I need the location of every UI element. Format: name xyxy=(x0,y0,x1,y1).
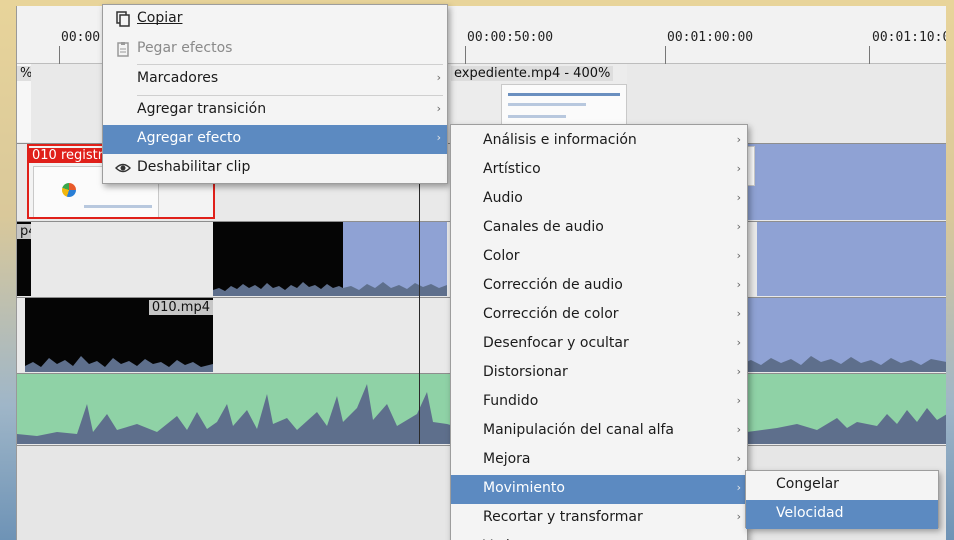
timeline-clip[interactable]: % xyxy=(17,64,31,142)
submenu-arrow-icon: › xyxy=(736,162,741,175)
timeline-clip[interactable] xyxy=(741,144,946,220)
menu-item-agregar-efecto[interactable]: Agregar efecto › xyxy=(103,125,447,154)
clip-label: expediente.mp4 - 400% xyxy=(451,66,614,81)
menu-item-label: Artístico xyxy=(483,161,541,177)
submenu-arrow-icon: › xyxy=(436,102,441,115)
menu-item-label: Congelar xyxy=(776,476,839,492)
copy-icon xyxy=(116,11,130,27)
ruler-tick xyxy=(665,46,666,64)
submenu-arrow-icon: › xyxy=(736,394,741,407)
menu-item-pegar-efectos[interactable]: Pegar efectos xyxy=(103,35,447,64)
submenu-arrow-icon: › xyxy=(736,220,741,233)
menu-item-label: Recortar y transformar xyxy=(483,509,643,525)
submenu-arrow-icon: › xyxy=(736,307,741,320)
menu-item-label: Análisis e información xyxy=(483,132,637,148)
menu-item-marcadores[interactable]: Marcadores › xyxy=(103,65,447,94)
menu-item-effect-category[interactable]: Corrección de audio › xyxy=(451,272,747,301)
ruler-time-2: 00:01:00:00 xyxy=(667,30,754,45)
audio-clip[interactable] xyxy=(343,222,447,296)
submenu-arrow-icon: › xyxy=(736,452,741,465)
menu-item-effect-category[interactable]: Audio › xyxy=(451,185,747,214)
menu-item-effect-category[interactable]: Corrección de color › xyxy=(451,301,747,330)
menu-item-label: Corrección de audio xyxy=(483,277,623,293)
menu-item-label: Marcadores xyxy=(137,70,219,86)
menu-item-congelar[interactable]: Congelar xyxy=(746,471,938,500)
effects-submenu: Análisis e información › Artístico › Audio › C… xyxy=(450,124,748,540)
ruler-time-3: 00:01:10:0 xyxy=(872,30,946,45)
audio-clip[interactable] xyxy=(741,298,946,372)
menu-item-label: Copiar xyxy=(137,10,183,26)
submenu-arrow-icon: › xyxy=(436,71,441,84)
menu-item-label: Deshabilitar clip xyxy=(137,159,251,175)
ruler-tick xyxy=(869,46,870,64)
ruler-time-1: 00:00:50:00 xyxy=(467,30,554,45)
timeline-clip[interactable]: p4 xyxy=(17,222,31,296)
menu-item-effect-category[interactable]: Análisis e información › xyxy=(451,127,747,156)
menu-item-label: Fundido xyxy=(483,393,539,409)
eye-icon xyxy=(115,163,131,173)
menu-item-label: Audio xyxy=(483,190,523,206)
waveform xyxy=(741,356,946,372)
paste-icon xyxy=(117,42,129,57)
clip-label: % xyxy=(17,66,31,81)
submenu-arrow-icon: › xyxy=(736,278,741,291)
waveform xyxy=(343,282,447,296)
menu-item-velocidad[interactable]: Velocidad xyxy=(746,500,938,529)
audio-clip[interactable]: 010.mp4 xyxy=(25,298,213,372)
menu-item-label: Desenfocar y ocultar xyxy=(483,335,629,351)
clip-context-menu: Copiar Pegar efectos Marcadores › Agrega… xyxy=(102,4,448,184)
submenu-arrow-icon: › xyxy=(736,336,741,349)
clip-label: 010 registr xyxy=(29,148,107,163)
ruler-tick xyxy=(465,46,466,64)
menu-item-effect-category[interactable]: Recortar y transformar › xyxy=(451,504,747,533)
menu-item-effect-category[interactable]: Mejora › xyxy=(451,446,747,475)
menu-item-label: Agregar efecto xyxy=(137,130,242,146)
menu-item-label: Movimiento xyxy=(483,480,565,496)
menu-item-effect-category[interactable]: Canales de audio › xyxy=(451,214,747,243)
submenu-arrow-icon: › xyxy=(736,365,741,378)
submenu-arrow-icon: › xyxy=(736,481,741,494)
ruler-tick xyxy=(59,46,60,64)
menu-item-label: Canales de audio xyxy=(483,219,604,235)
submenu-arrow-icon: › xyxy=(736,423,741,436)
menu-item-deshabilitar-clip[interactable]: Deshabilitar clip xyxy=(103,154,447,183)
menu-item-label: Corrección de color xyxy=(483,306,619,322)
menu-item-effect-category[interactable]: Movimiento › xyxy=(451,475,747,504)
audio-clip[interactable] xyxy=(757,222,946,296)
menu-item-label: Pegar efectos xyxy=(137,40,233,56)
waveform xyxy=(213,282,343,296)
menu-item-effect-category[interactable]: Artístico › xyxy=(451,156,747,185)
submenu-arrow-icon: › xyxy=(736,510,741,523)
menu-item-label: Manipulación del canal alfa xyxy=(483,422,675,438)
menu-item-effect-category[interactable]: Manipulación del canal alfa › xyxy=(451,417,747,446)
clip-label: 010.mp4 xyxy=(148,300,213,315)
menu-item-label: Agregar transición xyxy=(137,101,267,117)
menu-item-copiar[interactable]: Copiar xyxy=(103,5,447,34)
clip-label: p4 xyxy=(17,224,31,239)
menu-item-effect-category[interactable]: Fundido › xyxy=(451,388,747,417)
menu-item-label: Color xyxy=(483,248,520,264)
menu-item-agregar-transicion[interactable]: Agregar transición › xyxy=(103,96,447,125)
audio-clip[interactable] xyxy=(213,222,343,296)
ruler-time-0: 00:00 xyxy=(61,30,101,45)
menu-item-label: Mejora xyxy=(483,451,531,467)
submenu-arrow-icon: › xyxy=(736,133,741,146)
menu-item-label: Distorsionar xyxy=(483,364,568,380)
motion-submenu: Congelar Velocidad xyxy=(745,470,939,529)
menu-item-effect-category[interactable]: Distorsionar › xyxy=(451,359,747,388)
submenu-arrow-icon: › xyxy=(436,131,441,144)
submenu-arrow-icon: › xyxy=(736,249,741,262)
menu-item-effect-category[interactable]: Varios› xyxy=(451,533,747,540)
submenu-arrow-icon: › xyxy=(736,191,741,204)
menu-item-label: Velocidad xyxy=(776,505,844,521)
menu-item-effect-category[interactable]: Color › xyxy=(451,243,747,272)
menu-item-effect-category[interactable]: Desenfocar y ocultar › xyxy=(451,330,747,359)
